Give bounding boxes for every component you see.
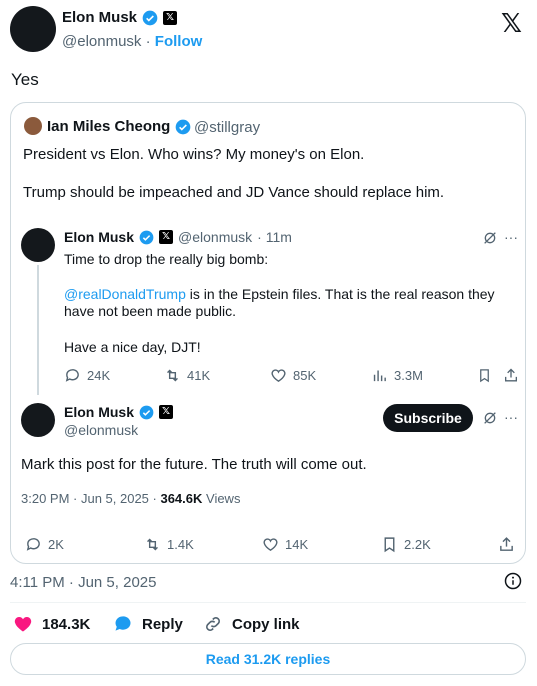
inner2-bookmark-button[interactable]: 2.2K <box>381 536 431 553</box>
author-avatar[interactable] <box>10 6 56 52</box>
quote-text-line2: Trump should be impeached and JD Vance s… <box>23 184 445 201</box>
inner2-name: Elon Musk <box>64 404 135 420</box>
like-button[interactable]: 184.3K <box>13 614 90 634</box>
bookmark-icon <box>384 537 395 553</box>
quote-author-name-row: Ian Miles Cheong <box>47 118 191 135</box>
bookmark-icon[interactable] <box>477 367 492 384</box>
x-logo-icon[interactable]: 𝕏 <box>501 8 522 39</box>
reply-bubble-icon <box>115 616 131 631</box>
verified-badge-icon <box>139 230 154 244</box>
x-affiliation-icon: 𝕏 <box>159 405 174 419</box>
inner2-like-button[interactable]: 14K <box>262 536 308 553</box>
reply-icon <box>65 369 79 382</box>
reply-label: Reply <box>142 615 183 633</box>
reply-icon <box>26 538 40 551</box>
retweet-icon <box>167 369 178 382</box>
x-affiliation-icon: 𝕏 <box>163 10 178 25</box>
copy-link-label: Copy link <box>232 615 300 633</box>
like-count: 184.3K <box>42 615 91 633</box>
quote-author-avatar <box>24 117 42 135</box>
tweet-text: Yes <box>11 70 39 89</box>
separator-dot: · <box>145 33 151 50</box>
verified-badge-icon <box>139 405 154 419</box>
subscribe-button[interactable]: Subscribe <box>383 404 473 432</box>
inner1-text-line2: @realDonaldTrump is in the Epstein files… <box>64 286 519 320</box>
inner1-like-button[interactable]: 85K <box>270 367 316 384</box>
inner1-text-line1: Time to drop the really big bomb: <box>64 251 269 267</box>
thread-connector <box>37 265 39 395</box>
quote-author-handle: @stillgray <box>194 119 261 136</box>
grok-icon[interactable] <box>482 410 498 426</box>
inner2-name-row: Elon Musk 𝕏 <box>64 404 174 420</box>
inner1-name: Elon Musk <box>64 229 135 245</box>
retweet-icon <box>147 538 158 551</box>
share-icon[interactable] <box>503 367 519 384</box>
verified-badge-icon <box>176 119 191 134</box>
heart-icon <box>263 538 278 552</box>
heart-filled-icon <box>14 616 32 632</box>
x-affiliation-icon: 𝕏 <box>159 230 174 244</box>
inner1-text-line3: Have a nice day, DJT! <box>64 339 201 355</box>
grok-icon[interactable] <box>482 230 498 246</box>
inner1-retweet-button[interactable]: 41K <box>164 367 210 384</box>
author-name-row[interactable]: Elon Musk 𝕏 <box>62 9 178 26</box>
author-handle-row: @elonmusk · Follow <box>62 33 202 50</box>
follow-link[interactable]: Follow <box>155 33 203 50</box>
author-name[interactable]: Elon Musk <box>62 9 137 26</box>
inner1-header: Elon Musk 𝕏 @elonmusk · 11m <box>64 229 292 245</box>
more-options-icon[interactable]: ··· <box>504 229 518 245</box>
inner1-avatar <box>21 228 55 262</box>
quote-text-line1: President vs Elon. Who wins? My money's … <box>23 146 365 163</box>
inner2-reply-button[interactable]: 2K <box>25 536 64 553</box>
copy-link-button[interactable]: Copy link <box>203 614 300 634</box>
inner2-timestamp-row: 3:20 PM · Jun 5, 2025 · 364.6K Views <box>21 491 240 506</box>
divider <box>10 602 526 603</box>
inner2-avatar <box>21 403 55 437</box>
reply-button[interactable]: Reply <box>113 614 183 634</box>
verified-badge-icon <box>142 10 158 25</box>
info-icon[interactable] <box>504 572 522 590</box>
views-chart-icon <box>373 370 386 382</box>
link-icon <box>206 617 220 631</box>
post-timestamp[interactable]: 4:11 PM · Jun 5, 2025 <box>10 574 156 591</box>
inner2-views-count: 364.6K <box>160 491 203 506</box>
share-icon[interactable] <box>498 536 515 553</box>
heart-icon <box>271 369 286 383</box>
author-handle[interactable]: @elonmusk <box>62 33 141 50</box>
inner1-views-button[interactable]: 3.3M <box>371 367 423 384</box>
inner1-time: · 11m <box>257 229 292 245</box>
inner2-text: Mark this post for the future. The truth… <box>21 456 367 473</box>
inner2-timestamp: 3:20 PM · Jun 5, 2025 · <box>21 491 161 506</box>
inner2-retweet-button[interactable]: 1.4K <box>144 536 194 553</box>
inner1-reply-button[interactable]: 24K <box>64 367 110 384</box>
inner2-views-label: Views <box>202 491 241 506</box>
inner1-handle: @elonmusk <box>178 229 253 245</box>
mention-link[interactable]: @realDonaldTrump <box>64 286 186 302</box>
more-options-icon[interactable]: ··· <box>504 409 518 425</box>
quote-author-name: Ian Miles Cheong <box>47 118 171 135</box>
read-replies-button[interactable]: Read 31.2K replies <box>10 643 526 675</box>
inner2-handle: @elonmusk <box>64 422 139 438</box>
